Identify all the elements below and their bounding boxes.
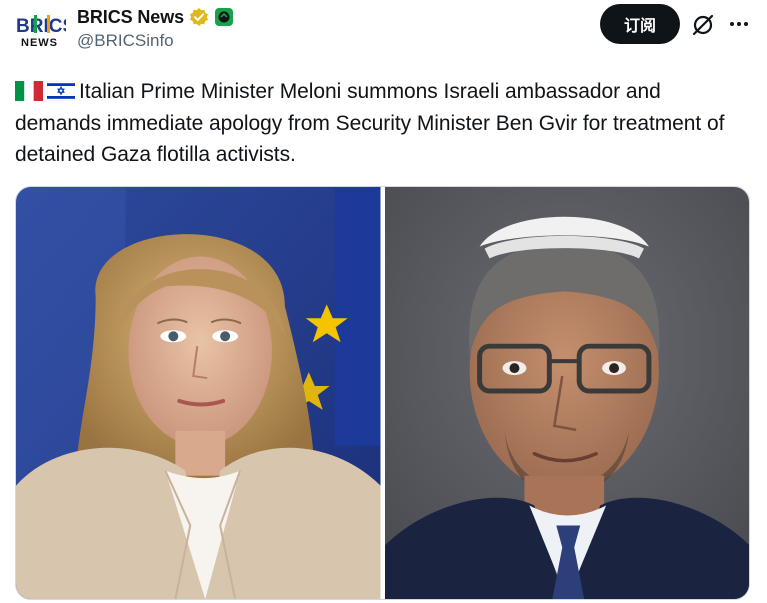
italy-flag-icon [15,81,43,101]
verified-gold-icon [190,8,209,26]
tweet-media-grid [15,186,750,600]
brics-news-avatar[interactable]: BRICS NEWS [14,10,66,50]
author-display-name[interactable]: BRICS News [77,7,184,28]
avatar-text-top: BRICS [16,16,66,37]
more-horizontal-icon[interactable] [727,12,751,36]
photo-ben-gvir[interactable] [384,187,749,599]
tweet-text: Italian Prime Minister Meloni summons Is… [15,80,725,166]
avatar-text-bottom: NEWS [21,37,58,49]
tweet-body: Italian Prime Minister Meloni summons Is… [15,76,750,171]
israel-flag-icon [47,81,75,101]
author-name-row[interactable]: BRICS News [77,5,234,29]
author-handle[interactable]: @BRICSinfo [77,31,174,51]
grok-slash-circle-icon[interactable] [690,12,716,38]
affiliate-badge-icon[interactable] [214,7,234,27]
tweet-header: BRICS NEWS BRICS News @BRICSinfo 订阅 [0,0,767,70]
photo-meloni[interactable] [16,187,381,599]
subscribe-button[interactable]: 订阅 [600,4,680,44]
